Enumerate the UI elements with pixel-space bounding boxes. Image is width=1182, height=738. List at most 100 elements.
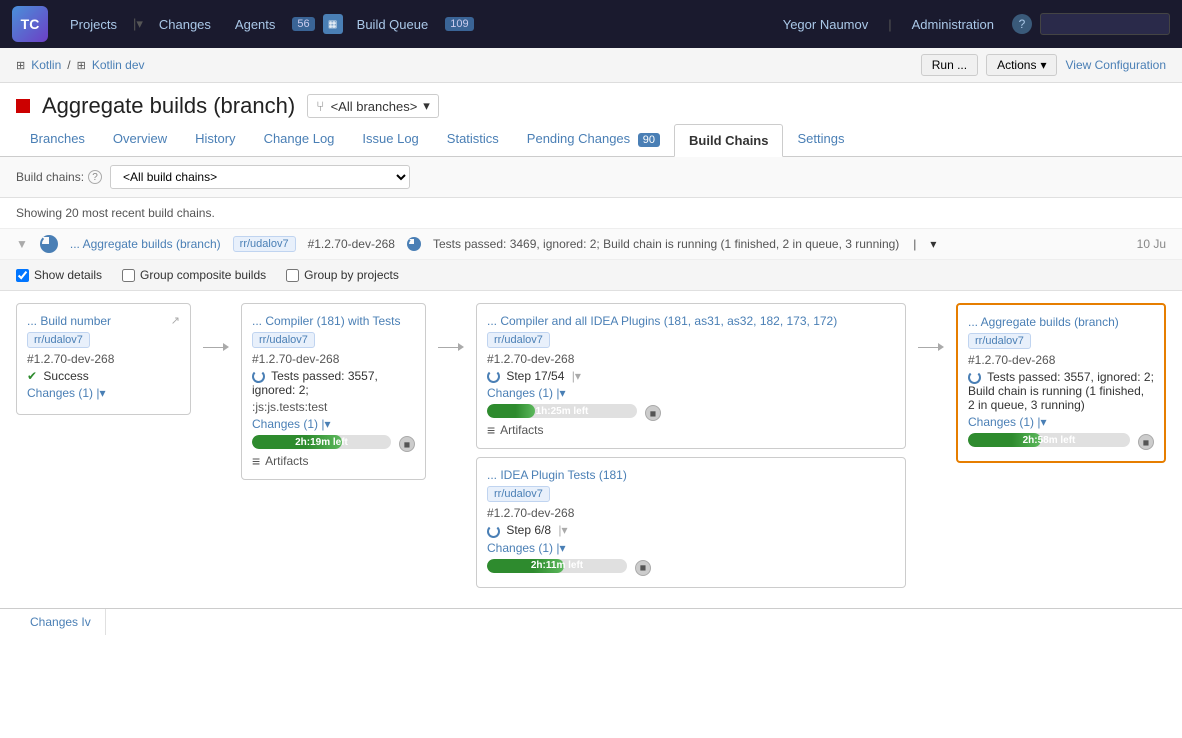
chevron-down-icon-changes: |▾ bbox=[96, 386, 105, 400]
card-3a-progress-label: 1h:25m left bbox=[487, 404, 637, 418]
card-3b-title[interactable]: ... IDEA Plugin Tests (181) bbox=[487, 468, 895, 482]
running-icon-2 bbox=[252, 370, 265, 383]
nav-changes[interactable]: Changes bbox=[149, 13, 221, 36]
card-3a-branch: rr/udalov7 bbox=[487, 332, 550, 348]
chevron-down-icon-status: ▾ bbox=[930, 237, 936, 251]
card-2-changes[interactable]: Changes (1) |▾ bbox=[252, 417, 415, 431]
card-3a-stop-button[interactable]: ◼ bbox=[645, 405, 661, 421]
card-2-artifacts: ≡ Artifacts bbox=[252, 453, 415, 469]
group-composite-option[interactable]: Group composite builds bbox=[122, 268, 266, 282]
card-3b-status-text: Step 6/8 bbox=[506, 523, 551, 537]
breadcrumb-subproject[interactable]: Kotlin dev bbox=[92, 58, 145, 72]
top-navigation: TC Projects |▾ Changes Agents 56 ▦ Build… bbox=[0, 0, 1182, 48]
chevron-down-icon-branch: ▾ bbox=[423, 98, 430, 114]
actions-button[interactable]: Actions ▾ bbox=[986, 54, 1057, 76]
card-3a-progress-row: 1h:25m left ◼ bbox=[487, 404, 661, 422]
card-3a-changes[interactable]: Changes (1) |▾ bbox=[487, 386, 661, 400]
page-title: Aggregate builds (branch) bbox=[42, 93, 295, 119]
card-2-status-extra: :js:js.tests:test bbox=[252, 400, 415, 414]
card-3b-build-num: #1.2.70-dev-268 bbox=[487, 506, 895, 520]
card-4-title[interactable]: ... Aggregate builds (branch) bbox=[968, 315, 1154, 329]
show-details-label: Show details bbox=[34, 268, 102, 282]
card-1-export-icon[interactable]: ↗ bbox=[171, 314, 180, 327]
group-projects-option[interactable]: Group by projects bbox=[286, 268, 399, 282]
arrow-2 bbox=[438, 343, 464, 351]
agents-badge: 56 bbox=[292, 17, 314, 31]
running-build-row: ▼ ... Aggregate builds (branch) rr/udalo… bbox=[0, 229, 1182, 260]
card-2-progress-bar: 2h:19m left bbox=[252, 435, 391, 449]
filter-help-icon[interactable]: ? bbox=[88, 170, 102, 184]
card-1-status-text: Success bbox=[43, 369, 88, 383]
nav-user[interactable]: Yegor Naumov bbox=[773, 13, 879, 36]
chevron-down-3b: |▾ bbox=[558, 523, 567, 537]
nav-projects[interactable]: Projects bbox=[60, 13, 127, 36]
options-row: Show details Group composite builds Grou… bbox=[0, 260, 1182, 291]
running-build-link[interactable]: ... Aggregate builds (branch) bbox=[70, 237, 221, 251]
card-2-progress-row: 2h:19m left ◼ bbox=[252, 435, 415, 453]
card-3a-status: Step 17/54 |▾ bbox=[487, 369, 661, 383]
artifacts-icon-3a: ≡ bbox=[487, 422, 495, 438]
build-queue-icon: ▦ bbox=[323, 14, 343, 34]
card-4-progress-bar: 2h:58m left bbox=[968, 433, 1130, 447]
tab-pending-changes[interactable]: Pending Changes 90 bbox=[513, 123, 674, 156]
card-1-build-num: #1.2.70-dev-268 bbox=[27, 352, 180, 366]
branch-selector-label: <All branches> bbox=[331, 99, 418, 114]
nav-administration[interactable]: Administration bbox=[902, 13, 1004, 36]
tabs-bar: Branches Overview History Change Log Iss… bbox=[0, 123, 1182, 157]
card-2-progress-label: 2h:19m left bbox=[252, 435, 391, 449]
view-config-link[interactable]: View Configuration bbox=[1065, 58, 1166, 72]
tab-build-chains[interactable]: Build Chains bbox=[674, 124, 783, 157]
arrow-3 bbox=[918, 343, 944, 351]
group-composite-checkbox[interactable] bbox=[122, 269, 135, 282]
card-3a-build-num: #1.2.70-dev-268 bbox=[487, 352, 895, 366]
card-4-status: Tests passed: 3557, ignored: 2; Build ch… bbox=[968, 370, 1154, 412]
running-icon-3a bbox=[487, 370, 500, 383]
help-button[interactable]: ? bbox=[1012, 14, 1032, 34]
chevron-down-icon-changes-3a: |▾ bbox=[556, 386, 565, 400]
show-details-checkbox[interactable] bbox=[16, 269, 29, 282]
tab-branches[interactable]: Branches bbox=[16, 123, 99, 156]
breadcrumb-project[interactable]: Kotlin bbox=[31, 58, 61, 72]
collapse-button[interactable]: ▼ bbox=[16, 237, 28, 251]
branch-selector[interactable]: ⑂ <All branches> ▾ bbox=[307, 94, 439, 118]
chevron-down-3a: |▾ bbox=[572, 369, 581, 383]
nav-build-queue[interactable]: Build Queue bbox=[347, 13, 439, 36]
show-details-option[interactable]: Show details bbox=[16, 268, 102, 282]
card-4-stop-button[interactable]: ◼ bbox=[1138, 434, 1154, 450]
chevron-down-icon-changes-4: |▾ bbox=[1037, 415, 1046, 429]
bottom-tab-changes[interactable]: Changes Iv bbox=[16, 609, 106, 635]
nav-right: Yegor Naumov | Administration ? bbox=[773, 13, 1170, 36]
card-4-progress-label: 2h:58m left bbox=[968, 433, 1130, 447]
card-3a-title[interactable]: ... Compiler and all IDEA Plugins (181, … bbox=[487, 314, 895, 328]
breadcrumb: ⊞ Kotlin / ⊞ Kotlin dev bbox=[16, 58, 145, 72]
grid-icon: ⊞ bbox=[16, 59, 25, 72]
card-3b-progress-bar: 2h:11m left bbox=[487, 559, 627, 573]
build-card-3a: ... Compiler and all IDEA Plugins (181, … bbox=[476, 303, 906, 449]
card-1-changes[interactable]: Changes (1) |▾ bbox=[27, 386, 180, 400]
build-chains-select[interactable]: <All build chains> bbox=[110, 165, 410, 189]
card-4-changes[interactable]: Changes (1) |▾ bbox=[968, 415, 1154, 429]
card-3b-changes[interactable]: Changes (1) |▾ bbox=[487, 541, 895, 555]
tab-statistics[interactable]: Statistics bbox=[433, 123, 513, 156]
running-icon-4 bbox=[968, 371, 981, 384]
tab-overview[interactable]: Overview bbox=[99, 123, 181, 156]
grid-icon-2: ⊞ bbox=[77, 59, 86, 72]
card-1-title[interactable]: ... Build number ↗ bbox=[27, 314, 180, 328]
card-3b-branch: rr/udalov7 bbox=[487, 486, 550, 502]
build-card-3b: ... IDEA Plugin Tests (181) rr/udalov7 #… bbox=[476, 457, 906, 587]
card-2-title[interactable]: ... Compiler (181) with Tests bbox=[252, 314, 415, 328]
red-square-icon bbox=[16, 99, 30, 113]
build-card-4: ... Aggregate builds (branch) rr/udalov7… bbox=[956, 303, 1166, 463]
tab-history[interactable]: History bbox=[181, 123, 249, 156]
arrow-1 bbox=[203, 343, 229, 351]
tab-issue-log[interactable]: Issue Log bbox=[348, 123, 432, 156]
card-2-stop-button[interactable]: ◼ bbox=[399, 436, 415, 452]
run-button[interactable]: Run ... bbox=[921, 54, 978, 76]
nav-agents[interactable]: Agents bbox=[225, 13, 285, 36]
group-projects-checkbox[interactable] bbox=[286, 269, 299, 282]
tab-settings[interactable]: Settings bbox=[783, 123, 858, 156]
tab-change-log[interactable]: Change Log bbox=[250, 123, 349, 156]
search-input[interactable] bbox=[1040, 13, 1170, 35]
card-2-build-num: #1.2.70-dev-268 bbox=[252, 352, 415, 366]
card-3b-stop-button[interactable]: ◼ bbox=[635, 560, 651, 576]
